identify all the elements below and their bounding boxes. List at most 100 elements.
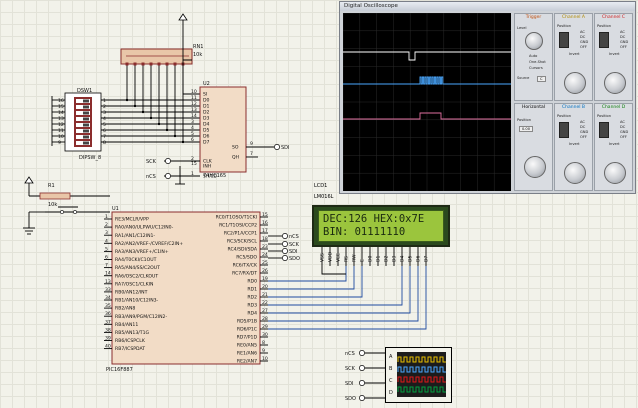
channel-a-position-slider[interactable] bbox=[559, 32, 569, 48]
net-sck-u2: SCK bbox=[146, 159, 157, 165]
channel-a-off[interactable]: OFF bbox=[580, 45, 587, 49]
channel-a-dc[interactable]: DC bbox=[580, 35, 585, 39]
channel-c-position: Position bbox=[597, 24, 611, 28]
mcu-right-pin-label: RD2 bbox=[247, 295, 257, 301]
junction bbox=[173, 134, 177, 138]
channel-b-position-slider[interactable] bbox=[559, 122, 569, 138]
junction bbox=[133, 104, 137, 108]
lcd-screen: DEC:126 HEX:0x7E BIN: 01111110 bbox=[318, 210, 444, 242]
trigger-source-select[interactable]: C bbox=[537, 76, 546, 82]
dip-pin-number: 14 bbox=[58, 110, 64, 116]
trigger-cursors[interactable]: Cursors bbox=[529, 66, 543, 70]
dip-switch[interactable]: DSW1 DIPSW_8 161514131211109 12345678 bbox=[52, 88, 106, 161]
dip-pin-number: 3 bbox=[103, 110, 106, 116]
net-ncs-u2: nCS bbox=[146, 174, 156, 180]
lcd-display[interactable]: DEC:126 HEX:0x7E BIN: 01111110 bbox=[312, 205, 450, 247]
channel-c-dc[interactable]: DC bbox=[620, 35, 625, 39]
logic-net-terminal[interactable] bbox=[359, 395, 365, 401]
channel-a-ac[interactable]: AC bbox=[580, 30, 585, 34]
channel-a-section: Channel A Position AC DC GND OFF Invert bbox=[554, 13, 593, 101]
logic-net-label: SDO bbox=[345, 396, 356, 402]
channel-c-off[interactable]: OFF bbox=[620, 45, 627, 49]
rn1-value: 10k bbox=[193, 52, 202, 58]
u1-part: PIC16F887 bbox=[106, 367, 133, 373]
mcu-left-pin-number: 2 bbox=[105, 222, 108, 228]
mcu-right-pin-label: RD7/P1D bbox=[237, 335, 258, 341]
mcu-left-pin-label: RA6/OSC2/CLKOUT bbox=[115, 273, 158, 279]
logic-net-terminal[interactable] bbox=[359, 380, 365, 386]
dip-to-rn-wire bbox=[101, 70, 152, 119]
resistor-network[interactable]: RN1 10k bbox=[120, 44, 203, 70]
channel-d-dc[interactable]: DC bbox=[620, 125, 625, 129]
mcu-left-pin-label: RB4/AN11 bbox=[115, 322, 138, 328]
horizontal-position-value[interactable]: 0.00 bbox=[519, 126, 534, 132]
oscilloscope-window[interactable]: Digital Oscilloscope Trigger Level Auto … bbox=[339, 1, 636, 194]
channel-d-title: Channel D bbox=[601, 105, 626, 110]
dip-pin-number: 2 bbox=[103, 104, 106, 110]
u2-pin-label: SH/LD bbox=[203, 174, 217, 180]
rn1-pad bbox=[165, 62, 169, 66]
mcu-left-pin-label: RA1/AN1/C12IN1- bbox=[115, 233, 155, 239]
channel-b-ac[interactable]: AC bbox=[580, 120, 585, 124]
channel-b-gnd[interactable]: GND bbox=[580, 130, 588, 134]
dip-pin-number: 9 bbox=[58, 140, 61, 146]
dip-toggle-knob bbox=[83, 99, 89, 103]
mcu-right-pin-number: 20 bbox=[262, 284, 268, 290]
channel-a-invert[interactable]: Invert bbox=[569, 52, 580, 56]
trigger-one-shot[interactable]: One-Shot bbox=[529, 60, 546, 64]
trigger-auto[interactable]: Auto bbox=[529, 54, 537, 58]
mcu-left-pin-number: 5 bbox=[105, 246, 108, 252]
channel-b-invert[interactable]: Invert bbox=[569, 142, 580, 146]
u2-pin-number: 13 bbox=[191, 107, 197, 113]
channel-c-position-slider[interactable] bbox=[599, 32, 609, 48]
horizontal-timebase-knob[interactable] bbox=[524, 156, 546, 178]
channel-b-dc[interactable]: DC bbox=[580, 125, 585, 129]
logic-trace bbox=[397, 356, 446, 363]
channel-d-off[interactable]: OFF bbox=[620, 135, 627, 139]
channel-d-ac[interactable]: AC bbox=[620, 120, 625, 124]
u2-pin-number: 6 bbox=[191, 137, 194, 143]
channel-a-volts-knob[interactable] bbox=[564, 72, 586, 94]
lcd-pin-label: D6 bbox=[416, 255, 422, 262]
pic16f887-mcu[interactable]: U1 PIC16F887 RE3/MCLR/VPP 1 RA0/AN0/ULPWU/… bbox=[104, 206, 268, 373]
trigger-level-knob[interactable] bbox=[525, 32, 543, 50]
mcu-right-pin-number: 23 bbox=[262, 244, 268, 250]
channel-b-volts-knob[interactable] bbox=[564, 162, 586, 184]
logic-net-terminal[interactable] bbox=[359, 350, 365, 356]
channel-b-off[interactable]: OFF bbox=[580, 135, 587, 139]
dip-pin-number: 8 bbox=[103, 140, 106, 146]
logic-trace bbox=[397, 366, 446, 373]
channel-d-invert[interactable]: Invert bbox=[609, 142, 620, 146]
channel-c-volts-knob[interactable] bbox=[604, 72, 626, 94]
resistor-r1[interactable]: R1 10k bbox=[23, 176, 110, 235]
lcd-pin-label: VDD bbox=[328, 251, 334, 262]
channel-c-invert[interactable]: Invert bbox=[609, 52, 620, 56]
channel-c-gnd[interactable]: GND bbox=[620, 40, 628, 44]
channel-a-title: Channel A bbox=[562, 15, 585, 20]
lcd-line-2: BIN: 01111110 bbox=[323, 226, 406, 238]
trigger-source-label: Source bbox=[517, 76, 530, 80]
mcu-left-pin-label: RB1/AN10/C12IN3- bbox=[115, 298, 159, 304]
mcu-left-pin-number: 3 bbox=[105, 230, 108, 236]
mcu-right-pin-number: 21 bbox=[262, 292, 268, 298]
logic-net-terminal[interactable] bbox=[359, 365, 365, 371]
channel-c-ac[interactable]: AC bbox=[620, 30, 625, 34]
mcu-left-pin-label: RA0/AN0/ULPWU/C12IN0- bbox=[115, 225, 174, 231]
mcu-lcd-wire bbox=[268, 266, 363, 298]
channel-d-position-slider[interactable] bbox=[599, 122, 609, 138]
mcu-right-pin-number: 26 bbox=[262, 268, 268, 274]
channel-a-gnd[interactable]: GND bbox=[580, 40, 588, 44]
dip-toggle-knob bbox=[83, 129, 89, 133]
channel-d-gnd[interactable]: GND bbox=[620, 130, 628, 134]
u2-pin-number: 5 bbox=[191, 131, 194, 137]
dip-toggle-knob bbox=[83, 105, 89, 109]
mcu-right-pin-number: 8 bbox=[262, 340, 265, 346]
logic-analyzer[interactable]: A B C D bbox=[385, 347, 452, 403]
channel-d-volts-knob[interactable] bbox=[604, 162, 626, 184]
power-terminal[interactable] bbox=[178, 13, 188, 48]
logic-net-label: nCS bbox=[345, 351, 355, 357]
shift-register-74hc165[interactable]: U2 74HC165 SI10D011D112D213D314D43D54D65… bbox=[191, 81, 258, 180]
dip-pin-number: 16 bbox=[58, 98, 64, 104]
mcu-left-pin-number: 6 bbox=[105, 255, 108, 261]
logic-ch-d: D bbox=[389, 390, 393, 396]
